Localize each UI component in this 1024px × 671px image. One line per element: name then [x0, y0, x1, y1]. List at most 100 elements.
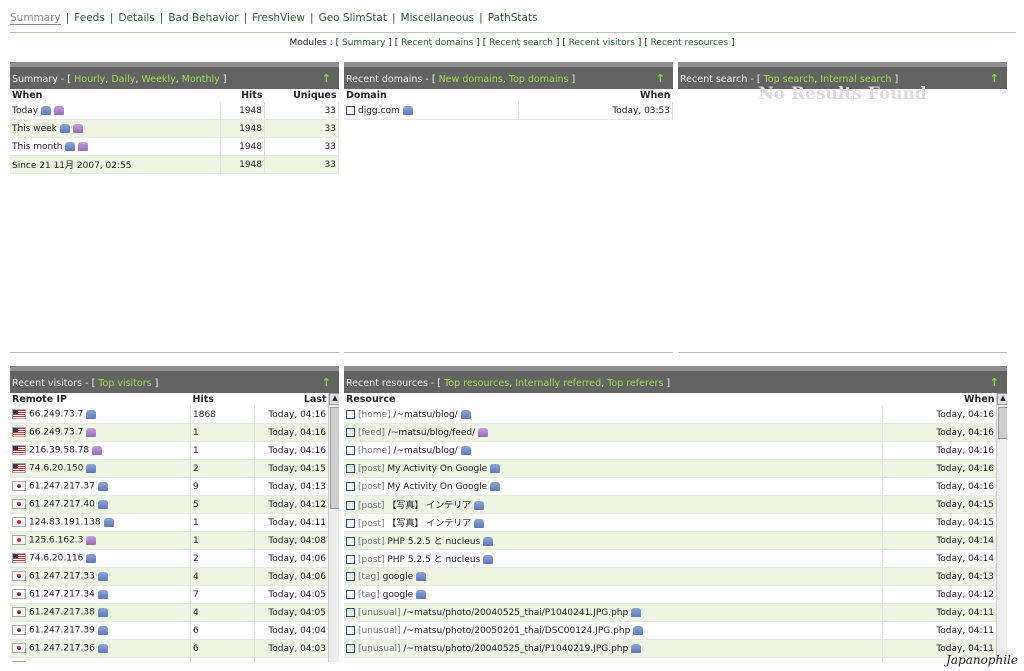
- external-link-icon[interactable]: [346, 625, 355, 635]
- user-icon[interactable]: [402, 105, 413, 115]
- user-icon[interactable]: [631, 661, 642, 662]
- user-icon[interactable]: [86, 535, 97, 545]
- external-link-icon[interactable]: [346, 105, 355, 115]
- user-icon[interactable]: [460, 445, 471, 455]
- user-icon[interactable]: [631, 607, 642, 617]
- external-link-icon[interactable]: [346, 427, 355, 437]
- external-link-icon[interactable]: [346, 409, 355, 419]
- ip-text[interactable]: 66.249.73.7: [29, 428, 83, 438]
- resource-path[interactable]: google: [383, 590, 413, 600]
- resource-path[interactable]: /~matsu/blog/: [393, 410, 457, 420]
- ip-text[interactable]: 61.247.217.33: [29, 572, 95, 582]
- resource-path[interactable]: /~matsu/blog/: [393, 446, 457, 456]
- user-icon[interactable]: [460, 409, 471, 419]
- user-icon[interactable]: [86, 427, 97, 437]
- module-link-summary[interactable]: Summary: [342, 38, 386, 48]
- ip-text[interactable]: 61.247.217.39: [29, 626, 95, 636]
- external-link-icon[interactable]: [346, 501, 355, 510]
- user-icon[interactable]: [97, 643, 108, 653]
- resource-path[interactable]: /~matsu/photo/20040525_thai/P1040219.JPG…: [403, 644, 628, 654]
- link-top-resources[interactable]: Top resources: [444, 378, 509, 389]
- resource-path[interactable]: 【写真】 インテリア: [387, 501, 471, 511]
- resource-path[interactable]: /~matsu/photo/20040525_thai/P1040234.JPG…: [403, 662, 628, 663]
- user-icon[interactable]: [416, 589, 427, 599]
- link-top-visitors[interactable]: Top visitors: [98, 378, 151, 389]
- user-icon[interactable]: [86, 463, 97, 473]
- user-icon[interactable]: [97, 499, 108, 509]
- ip-text[interactable]: 74.6.20.150: [29, 464, 83, 474]
- external-link-icon[interactable]: [346, 607, 355, 617]
- resource-path[interactable]: PHP 5.2.5 と nucleus: [387, 555, 480, 565]
- resource-path[interactable]: /~matsu/photo/20050201_thai/DSC00124.JPG…: [403, 626, 630, 636]
- user-icon[interactable]: [78, 141, 89, 151]
- domain-text[interactable]: digg.com: [358, 106, 400, 116]
- ip-text[interactable]: 61.247.217.38: [29, 608, 95, 618]
- ip-text[interactable]: 125.6.162.3: [29, 536, 83, 546]
- external-link-icon[interactable]: [346, 643, 355, 653]
- nav-miscellaneous[interactable]: Miscellaneous: [401, 12, 475, 24]
- external-link-icon[interactable]: [346, 463, 355, 473]
- user-icon[interactable]: [86, 409, 97, 419]
- user-icon[interactable]: [86, 553, 97, 563]
- nav-bad-behavior[interactable]: Bad Behavior: [168, 12, 238, 24]
- user-icon[interactable]: [490, 463, 501, 473]
- external-link-icon[interactable]: [346, 589, 355, 599]
- ip-text[interactable]: 61.247.217.40: [29, 500, 95, 510]
- module-link-recent-search[interactable]: Recent search: [489, 38, 553, 48]
- resources-scrollbar[interactable]: ▲: [996, 393, 1007, 662]
- visitors-scrollbar[interactable]: ▲: [328, 393, 339, 662]
- nav-summary[interactable]: Summary: [10, 12, 61, 25]
- ip-text[interactable]: 124.83.191.138: [29, 518, 101, 528]
- scroll-up-icon[interactable]: ▲: [329, 393, 339, 405]
- resource-path[interactable]: google: [383, 572, 413, 582]
- user-icon[interactable]: [72, 123, 83, 133]
- collapse-arrow-icon[interactable]: ↑: [656, 72, 665, 85]
- user-icon[interactable]: [97, 481, 108, 491]
- user-icon[interactable]: [474, 501, 485, 510]
- scroll-thumb[interactable]: [330, 407, 339, 509]
- user-icon[interactable]: [416, 571, 427, 581]
- link-top-referers[interactable]: Top referers: [607, 378, 663, 389]
- resource-path[interactable]: /~matsu/photo/20040525_thai/P1040241.JPG…: [403, 608, 628, 618]
- external-link-icon[interactable]: [346, 481, 355, 491]
- ip-text[interactable]: 66.249.73.7: [29, 410, 83, 420]
- ip-text[interactable]: 74.6.20.116: [29, 554, 83, 564]
- external-link-icon[interactable]: [346, 571, 355, 581]
- external-link-icon[interactable]: [346, 661, 355, 662]
- module-link-recent-resources[interactable]: Recent resources: [651, 38, 729, 48]
- ip-text[interactable]: 61.247.217.34: [29, 590, 95, 600]
- nav-details[interactable]: Details: [118, 12, 154, 24]
- external-link-icon[interactable]: [346, 519, 355, 528]
- link-new-domains[interactable]: New domains: [439, 74, 503, 85]
- collapse-arrow-icon[interactable]: ↑: [990, 376, 999, 389]
- nav-pathstats[interactable]: PathStats: [488, 12, 538, 24]
- user-icon[interactable]: [92, 445, 103, 455]
- module-link-recent-domains[interactable]: Recent domains: [401, 38, 473, 48]
- link-hourly[interactable]: Hourly: [74, 74, 105, 85]
- user-icon[interactable]: [54, 105, 65, 115]
- user-icon[interactable]: [97, 571, 108, 581]
- nav-geo-slimstat[interactable]: Geo SlimStat: [319, 12, 387, 24]
- user-icon[interactable]: [478, 427, 489, 437]
- scroll-up-icon[interactable]: ▲: [997, 393, 1007, 405]
- external-link-icon[interactable]: [346, 537, 355, 546]
- ip-text[interactable]: 61.247.217.36: [29, 644, 95, 654]
- resource-path[interactable]: My Activity On Google: [387, 464, 487, 474]
- resource-path[interactable]: 【写真】 インテリア: [387, 519, 471, 529]
- nav-freshview[interactable]: FreshView: [252, 12, 305, 24]
- user-icon[interactable]: [97, 607, 108, 617]
- link-internally-referred[interactable]: Internally referred: [515, 378, 601, 389]
- link-weekly[interactable]: Weekly: [141, 74, 175, 85]
- collapse-arrow-icon[interactable]: ↑: [322, 72, 331, 85]
- external-link-icon[interactable]: [346, 445, 355, 455]
- module-link-recent-visitors[interactable]: Recent visitors: [569, 38, 635, 48]
- external-link-icon[interactable]: [346, 555, 355, 564]
- ip-text[interactable]: 61.247.217.37: [29, 482, 95, 492]
- user-icon[interactable]: [633, 625, 644, 635]
- user-icon[interactable]: [483, 537, 494, 546]
- user-icon[interactable]: [59, 123, 70, 133]
- user-icon[interactable]: [474, 519, 485, 528]
- collapse-arrow-icon[interactable]: ↑: [322, 376, 331, 389]
- link-top-domains[interactable]: Top domains: [509, 74, 569, 85]
- link-monthly[interactable]: Monthly: [182, 74, 220, 85]
